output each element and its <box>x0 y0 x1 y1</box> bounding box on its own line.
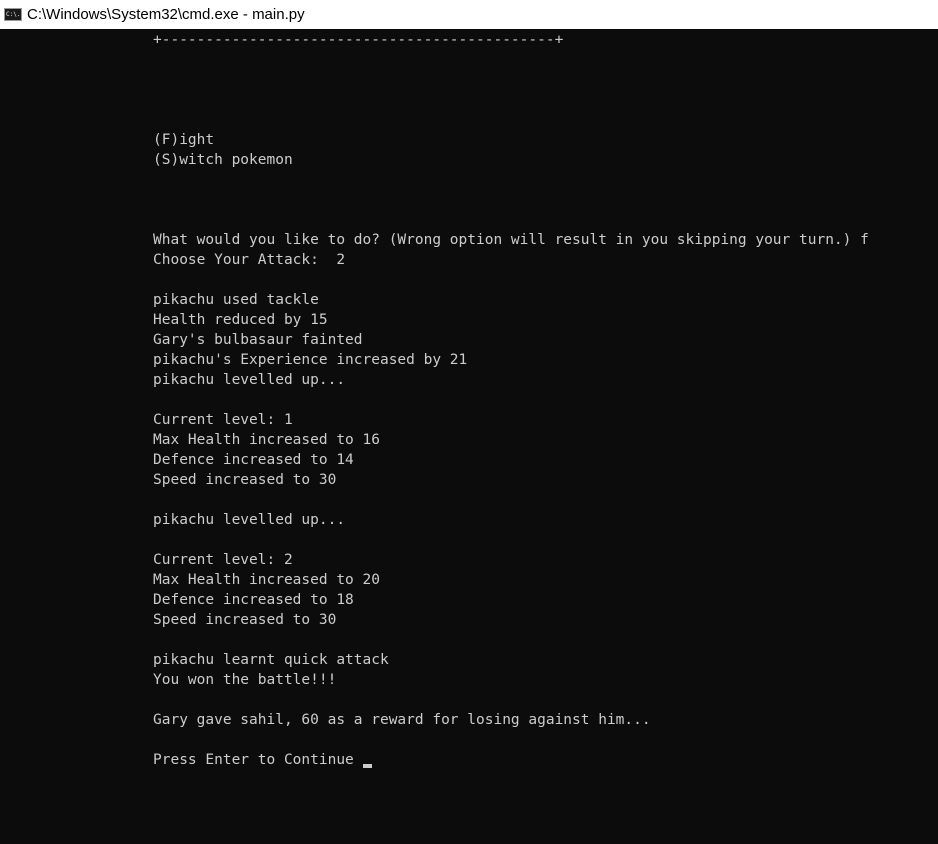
console-line: Gary gave sahil, 60 as a reward for losi… <box>153 712 651 728</box>
window-title: C:\Windows\System32\cmd.exe - main.py <box>27 6 305 23</box>
console-line: Defence increased to 14 <box>153 452 354 468</box>
menu-option-switch: (S)witch pokemon <box>153 152 293 168</box>
console-line: pikachu learnt quick attack <box>153 652 389 668</box>
continue-prompt: Press Enter to Continue <box>153 752 354 768</box>
attack-prompt: Choose Your Attack: 2 <box>153 252 346 268</box>
console-line: Max Health increased to 16 <box>153 432 380 448</box>
console-line: Health reduced by 15 <box>153 312 328 328</box>
console-line: Max Health increased to 20 <box>153 572 380 588</box>
console-line: Current level: 1 <box>153 412 293 428</box>
console-border-line: +---------------------------------------… <box>153 32 564 48</box>
console-line: You won the battle!!! <box>153 672 337 688</box>
console-line: Speed increased to 30 <box>153 612 337 628</box>
console-line: pikachu levelled up... <box>153 512 346 528</box>
console-line: Current level: 2 <box>153 552 293 568</box>
menu-option-fight: (F)ight <box>153 132 215 148</box>
console-line: pikachu levelled up... <box>153 372 346 388</box>
text-cursor <box>362 764 372 768</box>
cmd-window: C:\. C:\Windows\System32\cmd.exe - main.… <box>0 0 938 844</box>
console-line: Speed increased to 30 <box>153 472 337 488</box>
console-line: pikachu used tackle <box>153 292 319 308</box>
continue-prompt-line[interactable]: Press Enter to Continue <box>153 750 372 770</box>
title-bar[interactable]: C:\. C:\Windows\System32\cmd.exe - main.… <box>0 0 938 29</box>
console-line: Defence increased to 18 <box>153 592 354 608</box>
console-line: pikachu's Experience increased by 21 <box>153 352 468 368</box>
cmd-app-icon[interactable]: C:\. <box>4 8 22 21</box>
console-line: Gary's bulbasaur fainted <box>153 332 363 348</box>
action-prompt: What would you like to do? (Wrong option… <box>153 232 869 248</box>
console-output[interactable]: +---------------------------------------… <box>0 29 938 844</box>
